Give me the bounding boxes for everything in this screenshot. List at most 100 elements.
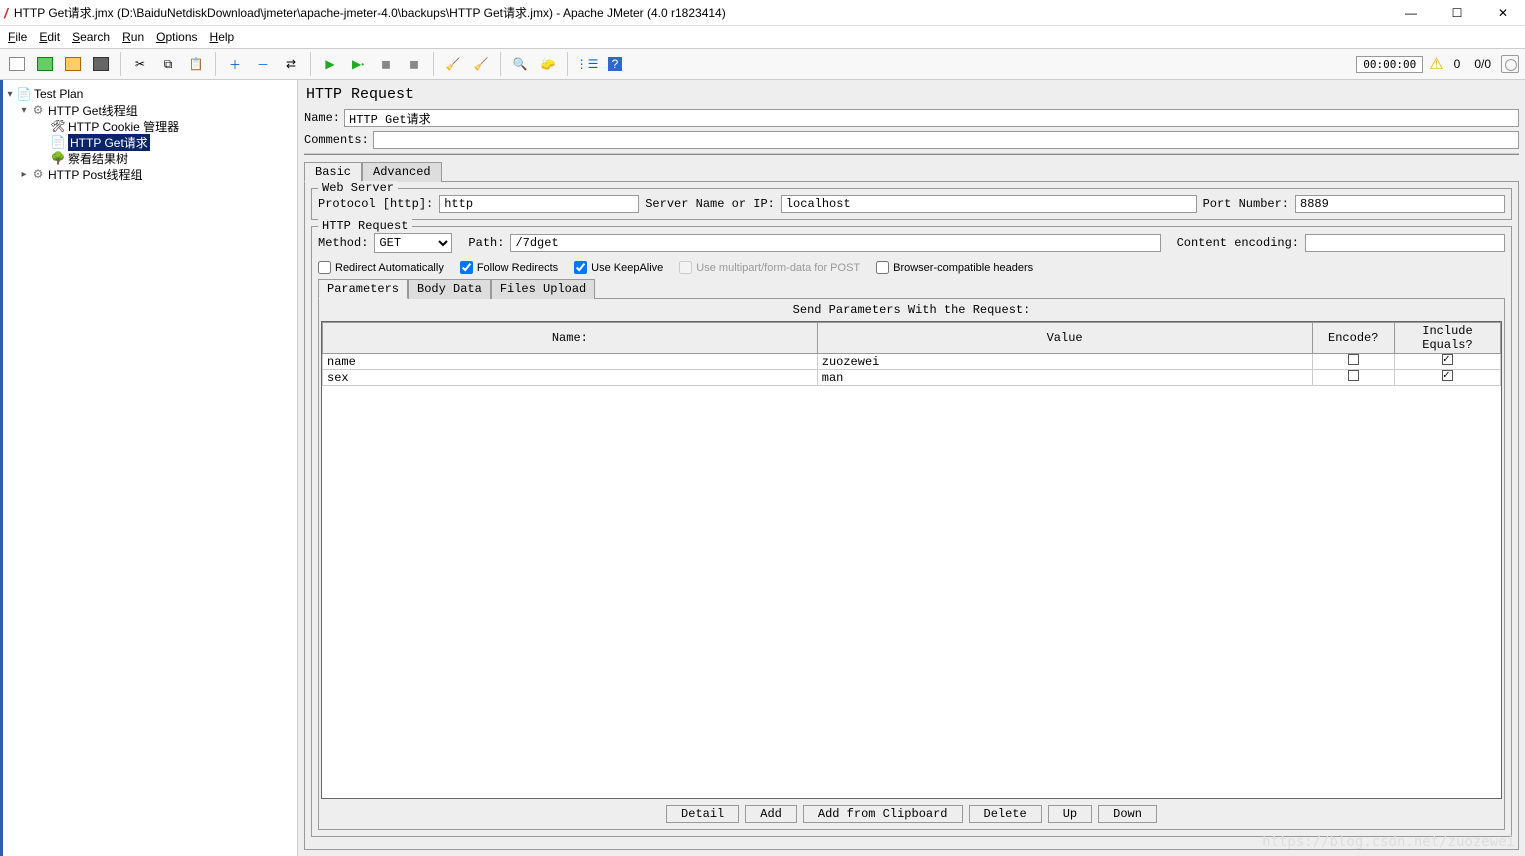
- tab-advanced[interactable]: Advanced: [362, 162, 442, 182]
- method-select[interactable]: GET: [374, 233, 452, 253]
- menu-run[interactable]: Run: [122, 30, 144, 44]
- btn-delete[interactable]: Delete: [969, 805, 1042, 823]
- tree-thread-group-post[interactable]: ▸⚙HTTP Post线程组: [4, 166, 293, 182]
- btn-up[interactable]: Up: [1048, 805, 1092, 823]
- subtab-parameters[interactable]: Parameters: [318, 279, 408, 299]
- port-label: Port Number:: [1203, 197, 1289, 211]
- param-equals[interactable]: [1394, 370, 1500, 386]
- body-subtabs: Parameters Body Data Files Upload: [318, 278, 1505, 298]
- reset-search-icon[interactable]: 🧽: [537, 53, 559, 75]
- menu-edit[interactable]: Edit: [39, 30, 60, 44]
- col-equals[interactable]: Include Equals?: [1394, 323, 1500, 354]
- search-icon[interactable]: 🔍: [509, 53, 531, 75]
- stop-icon[interactable]: ◼: [375, 53, 397, 75]
- menu-search[interactable]: Search: [72, 30, 110, 44]
- tab-basic[interactable]: Basic: [304, 162, 362, 182]
- divider: [304, 153, 1519, 155]
- http-request-fieldset: HTTP Request Method: GET Path: Content e…: [311, 226, 1512, 837]
- port-field[interactable]: [1295, 195, 1505, 213]
- btn-down[interactable]: Down: [1098, 805, 1157, 823]
- table-row[interactable]: namezuozewei: [323, 354, 1501, 370]
- http-request-legend: HTTP Request: [318, 219, 412, 233]
- name-label: Name:: [304, 111, 340, 125]
- parameters-panel: Send Parameters With the Request: Name: …: [318, 298, 1505, 830]
- server-field[interactable]: [781, 195, 1197, 213]
- menu-options[interactable]: Options: [156, 30, 197, 44]
- http-options-checks: Redirect Automatically Follow Redirects …: [318, 261, 1505, 274]
- clear-icon[interactable]: 🧹: [442, 53, 464, 75]
- window-controls: — ☐ ✕: [1397, 3, 1517, 23]
- btn-add-from-clipboard[interactable]: Add from Clipboard: [803, 805, 963, 823]
- start-no-timers-icon[interactable]: ▶•: [347, 53, 369, 75]
- start-icon[interactable]: ▶: [319, 53, 341, 75]
- elapsed-timer: 00:00:00: [1356, 56, 1423, 73]
- parameters-title: Send Parameters With the Request:: [319, 299, 1504, 321]
- warning-icon[interactable]: ⚠: [1429, 54, 1443, 74]
- btn-add[interactable]: Add: [745, 805, 797, 823]
- subtab-body-data[interactable]: Body Data: [408, 279, 491, 299]
- comments-field[interactable]: [373, 131, 1519, 149]
- new-icon[interactable]: [6, 53, 28, 75]
- param-value[interactable]: zuozewei: [817, 354, 1312, 370]
- cut-icon[interactable]: ✂: [129, 53, 151, 75]
- col-value[interactable]: Value: [817, 323, 1312, 354]
- tree-view-results-tree[interactable]: 🌳察看结果树: [4, 150, 293, 166]
- clear-all-icon[interactable]: 🧹: [470, 53, 492, 75]
- minimize-button[interactable]: —: [1397, 3, 1425, 23]
- expand-icon[interactable]: ＋: [224, 53, 246, 75]
- function-helper-icon[interactable]: ⋮☰: [576, 53, 598, 75]
- method-label: Method:: [318, 236, 368, 250]
- close-button[interactable]: ✕: [1489, 3, 1517, 23]
- tree-root[interactable]: ▾📄Test Plan: [4, 86, 293, 102]
- save-icon[interactable]: [90, 53, 112, 75]
- param-value[interactable]: man: [817, 370, 1312, 386]
- editor-panel: HTTP Request Name: Comments: Basic Advan…: [298, 80, 1525, 856]
- chk-keepalive[interactable]: Use KeepAlive: [574, 261, 663, 274]
- thread-indicator-icon: [1501, 55, 1519, 73]
- window-titlebar: / HTTP Get请求.jmx (D:\BaiduNetdiskDownloa…: [0, 0, 1525, 26]
- encoding-label: Content encoding:: [1177, 236, 1299, 250]
- tree-http-get-request[interactable]: 📄HTTP Get请求: [4, 134, 293, 150]
- encoding-field[interactable]: [1305, 234, 1505, 252]
- path-field[interactable]: [510, 234, 1160, 252]
- tree-cookie-manager[interactable]: 🛠HTTP Cookie 管理器: [4, 118, 293, 134]
- config-tabs: Basic Advanced: [304, 161, 1519, 181]
- protocol-field[interactable]: [439, 195, 639, 213]
- parameters-table[interactable]: Name: Value Encode? Include Equals? name…: [321, 321, 1502, 799]
- active-threads: 0/0: [1474, 57, 1491, 71]
- maximize-button[interactable]: ☐: [1443, 3, 1471, 23]
- btn-detail[interactable]: Detail: [666, 805, 739, 823]
- param-name[interactable]: sex: [323, 370, 818, 386]
- menu-file[interactable]: File: [8, 30, 27, 44]
- web-server-fieldset: Web Server Protocol [http]: Server Name …: [311, 188, 1512, 220]
- chk-follow-redirects[interactable]: Follow Redirects: [460, 261, 558, 274]
- param-encode[interactable]: [1312, 354, 1394, 370]
- copy-icon[interactable]: ⧉: [157, 53, 179, 75]
- name-field[interactable]: [344, 109, 1519, 127]
- open-icon[interactable]: [62, 53, 84, 75]
- chk-browser-headers[interactable]: Browser-compatible headers: [876, 261, 1033, 274]
- collapse-icon[interactable]: －: [252, 53, 274, 75]
- comments-label: Comments:: [304, 133, 369, 147]
- chk-multipart: Use multipart/form-data for POST: [679, 261, 860, 274]
- jmeter-logo-icon: /: [4, 5, 8, 21]
- templates-icon[interactable]: [34, 53, 56, 75]
- path-label: Path:: [468, 236, 504, 250]
- table-row[interactable]: sexman: [323, 370, 1501, 386]
- col-name[interactable]: Name:: [323, 323, 818, 354]
- toolbar: ✂ ⧉ 📋 ＋ － ⇄ ▶ ▶• ◼ ◼ 🧹 🧹 🔍 🧽 ⋮☰ ? 00:00:…: [0, 48, 1525, 80]
- tree-thread-group-get[interactable]: ▾⚙HTTP Get线程组: [4, 102, 293, 118]
- panel-title: HTTP Request: [298, 80, 1525, 107]
- help-icon[interactable]: ?: [604, 53, 626, 75]
- menubar: File Edit Search Run Options Help: [0, 26, 1525, 48]
- test-plan-tree[interactable]: ▾📄Test Plan ▾⚙HTTP Get线程组 🛠HTTP Cookie 管…: [0, 80, 298, 856]
- chk-redirect-auto[interactable]: Redirect Automatically: [318, 261, 444, 274]
- menu-help[interactable]: Help: [210, 30, 235, 44]
- subtab-files-upload[interactable]: Files Upload: [491, 279, 595, 299]
- paste-icon[interactable]: 📋: [185, 53, 207, 75]
- col-encode[interactable]: Encode?: [1312, 323, 1394, 354]
- toggle-icon[interactable]: ⇄: [280, 53, 302, 75]
- param-encode[interactable]: [1312, 370, 1394, 386]
- shutdown-icon[interactable]: ◼: [403, 53, 425, 75]
- param-name[interactable]: name: [323, 354, 818, 370]
